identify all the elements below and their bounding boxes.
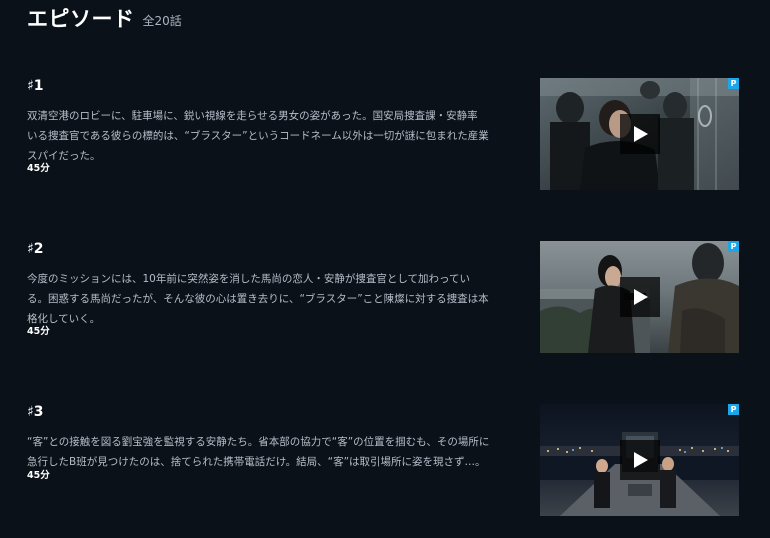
episode-number: ♯2 xyxy=(27,241,44,257)
episode-thumbnail[interactable]: P xyxy=(540,78,739,190)
episode-duration: 45分 xyxy=(27,326,50,337)
episodes-header: エピソード 全20話 xyxy=(27,0,182,32)
play-button[interactable] xyxy=(620,277,660,317)
page-title: エピソード xyxy=(27,7,135,31)
description-line: 今度のミッションには、10年前に突然姿を消した馬尚の恋人・安静が捜査官として加わ… xyxy=(27,273,471,285)
episode-description: 今度のミッションには、10年前に突然姿を消した馬尚の恋人・安静が捜査官として加わ… xyxy=(27,269,519,329)
premium-badge: P xyxy=(728,78,739,89)
episode-count: 全20話 xyxy=(142,14,182,28)
description-line: “客”との接触を図る劉宝強を監視する安静たち。省本部の協力で“客”の位置を掴むも… xyxy=(27,436,490,448)
description-line: 急行したB班が見つけたのは、捨てられた携帯電話だけ。結局、“客”は取引場所に姿を… xyxy=(27,456,486,468)
episode-duration: 45分 xyxy=(27,470,50,481)
episode-number: ♯3 xyxy=(27,404,44,420)
episode-item[interactable]: ♯3 “客”との接触を図る劉宝強を監視する安静たち。省本部の協力で“客”の位置を… xyxy=(27,404,739,516)
description-line: スパイだった。 xyxy=(27,150,101,162)
premium-badge: P xyxy=(728,241,739,252)
episode-thumbnail[interactable]: P xyxy=(540,241,739,353)
episode-duration: 45分 xyxy=(27,163,50,174)
episode-number: ♯1 xyxy=(27,78,44,94)
play-icon xyxy=(634,452,648,468)
play-button[interactable] xyxy=(620,440,660,480)
description-line: いる捜査官である彼らの標的は、“ブラスター”というコードネーム以外は一切が謎に包… xyxy=(27,130,489,142)
episode-item[interactable]: ♯1 双清空港のロビーに、駐車場に、鋭い視線を走らせる男女の姿があった。国安局捜… xyxy=(27,78,739,190)
play-button[interactable] xyxy=(620,114,660,154)
play-icon xyxy=(634,126,648,142)
episode-description: 双清空港のロビーに、駐車場に、鋭い視線を走らせる男女の姿があった。国安局捜査課・… xyxy=(27,106,519,166)
episode-description: “客”との接触を図る劉宝強を監視する安静たち。省本部の協力で“客”の位置を掴むも… xyxy=(27,432,519,472)
episode-item[interactable]: ♯2 今度のミッションには、10年前に突然姿を消した馬尚の恋人・安静が捜査官とし… xyxy=(27,241,739,353)
description-line: 双清空港のロビーに、駐車場に、鋭い視線を走らせる男女の姿があった。国安局捜査課・… xyxy=(27,110,478,122)
description-line: 格化していく。 xyxy=(27,313,101,325)
play-icon xyxy=(634,289,648,305)
premium-badge: P xyxy=(728,404,739,415)
description-line: る。困惑する馬尚だったが、そんな彼の心は置き去りに、“ブラスター”こと陳燦に対す… xyxy=(27,293,489,305)
episode-thumbnail[interactable]: P xyxy=(540,404,739,516)
